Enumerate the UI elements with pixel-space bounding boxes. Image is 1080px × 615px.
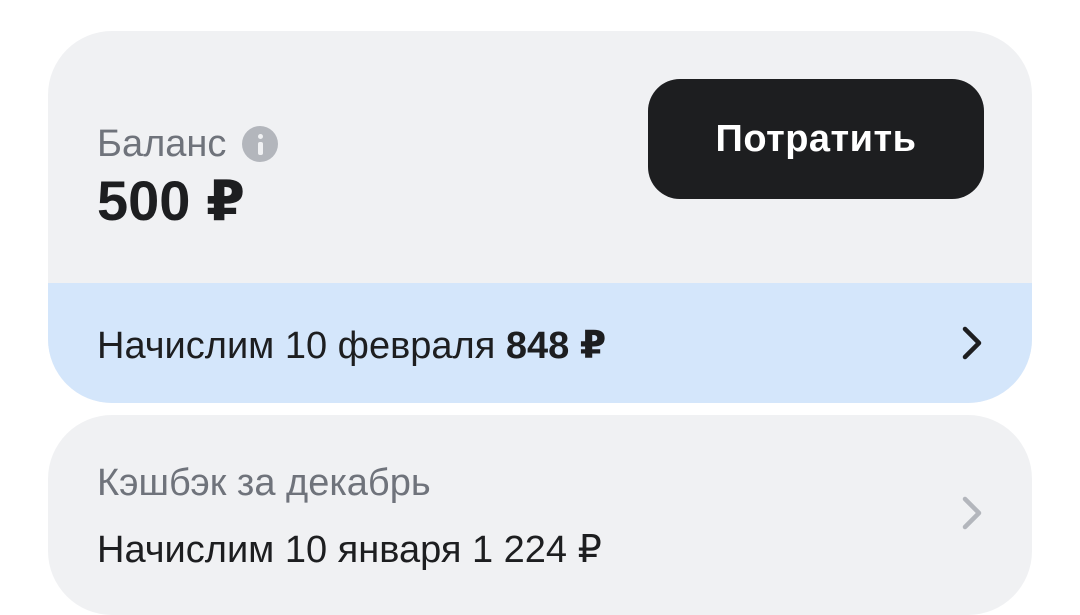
- accrual-text: Начислим 10 февраля 848 ₽: [97, 323, 606, 369]
- balance-amount: 500 ₽: [97, 169, 245, 232]
- info-icon-bar: [258, 142, 264, 155]
- info-icon-dot: [258, 134, 264, 139]
- accrual-amount: 848 ₽: [505, 325, 607, 367]
- chevron-right-icon: [962, 496, 982, 530]
- balance-card: Баланс 500 ₽ Потратить Начислим 10 февра…: [48, 31, 1032, 403]
- balance-label-row: Баланс: [97, 121, 279, 167]
- spend-button[interactable]: Потратить: [648, 79, 984, 199]
- cashback-label: Кэшбэк за декабрь: [97, 462, 431, 504]
- cashback-card[interactable]: Кэшбэк за декабрь Начислим 10 января 1 2…: [48, 415, 1032, 615]
- accrual-date-text: Начислим 10 февраля: [97, 325, 496, 367]
- accrual-row[interactable]: Начислим 10 февраля 848 ₽: [48, 283, 1032, 403]
- cashback-subtext: Начислим 10 января 1 224 ₽: [97, 529, 602, 571]
- chevron-right-icon: [962, 326, 982, 360]
- info-icon[interactable]: [242, 126, 279, 162]
- balance-label: Баланс: [97, 123, 227, 165]
